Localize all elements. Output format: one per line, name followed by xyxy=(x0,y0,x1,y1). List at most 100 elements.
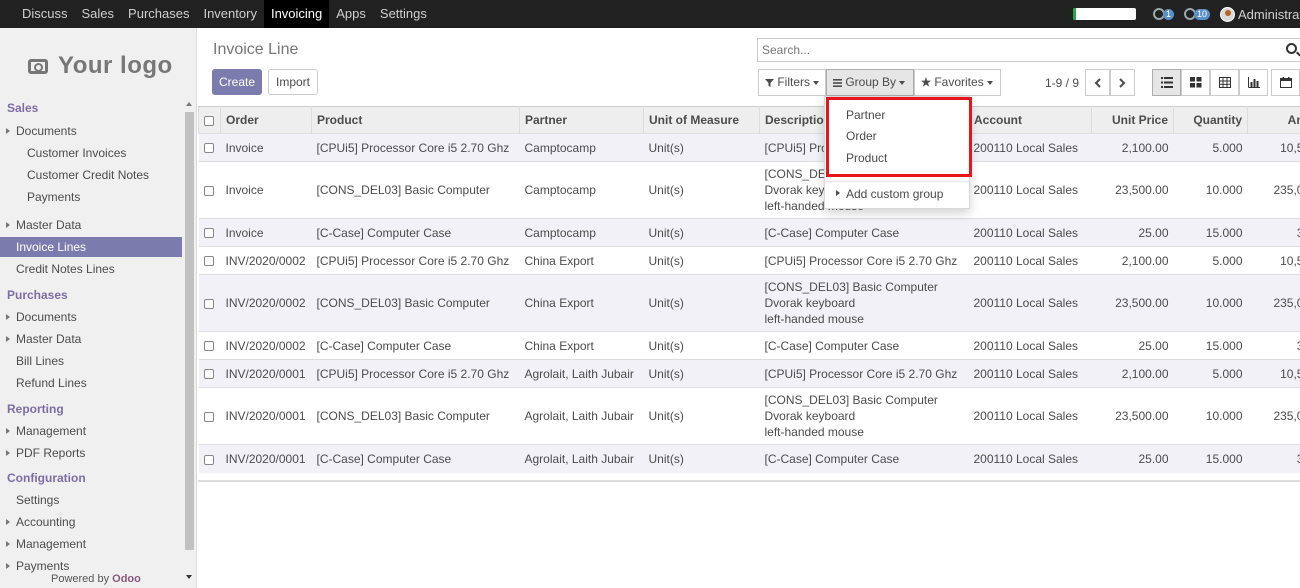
sidebar-item[interactable]: Invoice Lines xyxy=(0,237,182,257)
menu-purchases[interactable]: Purchases xyxy=(121,0,196,28)
menu-settings[interactable]: Settings xyxy=(373,0,434,28)
scrollbar-thumb[interactable] xyxy=(185,112,194,550)
sidebar-scrollbar[interactable] xyxy=(184,98,195,579)
cell-account: 200110 Local Sales xyxy=(968,444,1092,473)
groupby-option-product[interactable]: Product xyxy=(846,151,887,165)
column-header-product[interactable]: Product xyxy=(311,106,520,134)
description-line: [CPUi5] Processor Core i5 2.70 Ghz xyxy=(764,366,958,381)
favorites-button[interactable]: Favorites xyxy=(914,69,1001,96)
sidebar-item[interactable]: Accounting xyxy=(0,512,182,532)
column-header-uom[interactable]: Unit of Measure xyxy=(643,106,760,134)
menu-sales[interactable]: Sales xyxy=(75,0,122,28)
table-row[interactable]: INV/2020/0002 [C-Case] Computer Case China… xyxy=(198,331,1300,360)
sidebar-item-label: Credit Notes Lines xyxy=(16,262,115,276)
row-checkbox[interactable] xyxy=(203,256,214,267)
caret-down-icon xyxy=(813,80,820,85)
filters-button[interactable]: Filters xyxy=(758,69,826,96)
sidebar-item[interactable]: Credit Notes Lines xyxy=(0,259,182,279)
description-line: [CONS_DEL03] Basic Computer xyxy=(764,393,938,407)
sidebar-item[interactable]: Payments xyxy=(0,187,182,207)
pager-next-button[interactable] xyxy=(1110,69,1135,96)
list-icon xyxy=(1161,77,1173,88)
table-row[interactable]: Invoice [CPUi5] Processor Core i5 2.70 Gh… xyxy=(198,133,1300,162)
sidebar-item[interactable]: Settings xyxy=(0,490,182,510)
cell-description: [C-Case] Computer Case xyxy=(759,218,969,247)
menu-discuss[interactable]: Discuss xyxy=(15,0,75,28)
row-checkbox[interactable] xyxy=(203,454,214,465)
list-view-button[interactable] xyxy=(1152,69,1181,96)
table-row[interactable]: INV/2020/0001 [C-Case] Computer Case Agrol… xyxy=(198,444,1300,473)
table-row[interactable]: Invoice [CONS_DEL03] Basic Computer Campto… xyxy=(198,161,1300,219)
cell-amount: 235,000.00 xyxy=(1247,161,1300,219)
sidebar-item-label: Refund Lines xyxy=(16,376,87,390)
create-button[interactable]: Create xyxy=(212,69,262,95)
add-custom-group-toggle[interactable]: Add custom group xyxy=(835,187,943,201)
search-input[interactable] xyxy=(758,39,1258,61)
graph-view-button[interactable] xyxy=(1239,69,1268,96)
search-box xyxy=(757,38,1300,62)
menu-inventory[interactable]: Inventory xyxy=(196,0,263,28)
table-row[interactable]: INV/2020/0001 [CPUi5] Processor Core i5 2… xyxy=(198,359,1300,388)
sidebar-section-title: Configuration xyxy=(7,471,86,485)
search-icon[interactable] xyxy=(1286,43,1297,54)
row-checkbox[interactable] xyxy=(203,185,214,196)
cell-uom: Unit(s) xyxy=(643,218,760,247)
column-header-quantity[interactable]: Quantity xyxy=(1173,106,1248,134)
scroll-down-arrow-icon[interactable] xyxy=(186,575,192,579)
chat-button[interactable]: 1 xyxy=(1152,8,1174,20)
powered-by-brand[interactable]: Odoo xyxy=(112,573,141,585)
sidebar-item-label: Master Data xyxy=(16,332,82,346)
description-line: Dvorak keyboard xyxy=(764,409,856,423)
sidebar-item[interactable]: Documents xyxy=(0,307,182,327)
row-checkbox[interactable] xyxy=(203,298,214,309)
pivot-view-button[interactable] xyxy=(1210,69,1239,96)
bars-icon xyxy=(833,79,842,87)
row-checkbox[interactable] xyxy=(203,228,214,239)
row-checkbox[interactable] xyxy=(203,411,214,422)
table-row[interactable]: INV/2020/0002 [CPUi5] Processor Core i5 2… xyxy=(198,246,1300,275)
pager-value[interactable]: 1-9 / 9 xyxy=(1045,76,1079,90)
column-header-partner[interactable]: Partner xyxy=(519,106,644,134)
systray: 1 10 Administrator xyxy=(1072,0,1300,28)
sidebar-item[interactable]: Management xyxy=(0,534,182,554)
sidebar-item[interactable]: Documents xyxy=(0,121,182,141)
sidebar-item[interactable]: Customer Invoices xyxy=(0,143,182,163)
menu-invoicing[interactable]: Invoicing xyxy=(263,0,330,28)
caret-right-icon xyxy=(6,314,10,320)
kanban-view-button[interactable] xyxy=(1181,69,1210,96)
groupby-option-order[interactable]: Order xyxy=(846,129,877,143)
company-logo[interactable]: Your logo xyxy=(28,48,173,84)
groupby-button[interactable]: Group By xyxy=(826,69,914,96)
column-header-order[interactable]: Order xyxy=(220,106,312,134)
cell-description: [CPUi5] Processor Core i5 2.70 Ghz xyxy=(759,246,969,275)
column-header-account[interactable]: Account xyxy=(968,106,1092,134)
column-header-amount[interactable]: Amount xyxy=(1247,106,1300,134)
row-checkbox[interactable] xyxy=(203,143,214,154)
caret-right-icon xyxy=(6,222,10,228)
pager-previous-button[interactable] xyxy=(1085,69,1110,96)
sidebar-item[interactable]: Refund Lines xyxy=(0,373,182,393)
user-avatar[interactable] xyxy=(1220,6,1235,22)
activity-button[interactable]: 10 xyxy=(1183,8,1210,20)
sidebar-item[interactable]: Management xyxy=(0,421,182,441)
calendar-view-button[interactable] xyxy=(1271,69,1300,96)
row-checkbox[interactable] xyxy=(203,369,214,380)
table-row[interactable]: INV/2020/0002 [CONS_DEL03] Basic Computer… xyxy=(198,274,1300,332)
sidebar-item[interactable]: PDF Reports xyxy=(0,443,182,463)
sidebar-item[interactable]: Bill Lines xyxy=(0,351,182,371)
sidebar-item[interactable]: Customer Credit Notes xyxy=(0,165,182,185)
select-all-checkbox[interactable] xyxy=(204,115,214,126)
menu-apps[interactable]: Apps xyxy=(329,0,373,28)
column-header-unit-price[interactable]: Unit Price xyxy=(1091,106,1174,134)
table-row[interactable]: Invoice [C-Case] Computer Case Camptocamp U… xyxy=(198,218,1300,247)
row-checkbox[interactable] xyxy=(203,341,214,352)
groupby-option-partner[interactable]: Partner xyxy=(846,108,885,122)
dropdown-divider xyxy=(825,181,969,182)
user-name[interactable]: Administrator xyxy=(1238,7,1300,22)
sidebar-item[interactable]: Master Data xyxy=(0,329,182,349)
table-row[interactable]: INV/2020/0001 [CONS_DEL03] Basic Computer… xyxy=(198,387,1300,445)
scroll-up-arrow-icon[interactable] xyxy=(186,102,192,106)
sidebar-item[interactable]: Master Data xyxy=(0,215,182,235)
import-button[interactable]: Import xyxy=(268,69,318,95)
table-header-row: Order Product Partner Unit of Measure De… xyxy=(198,106,1300,134)
